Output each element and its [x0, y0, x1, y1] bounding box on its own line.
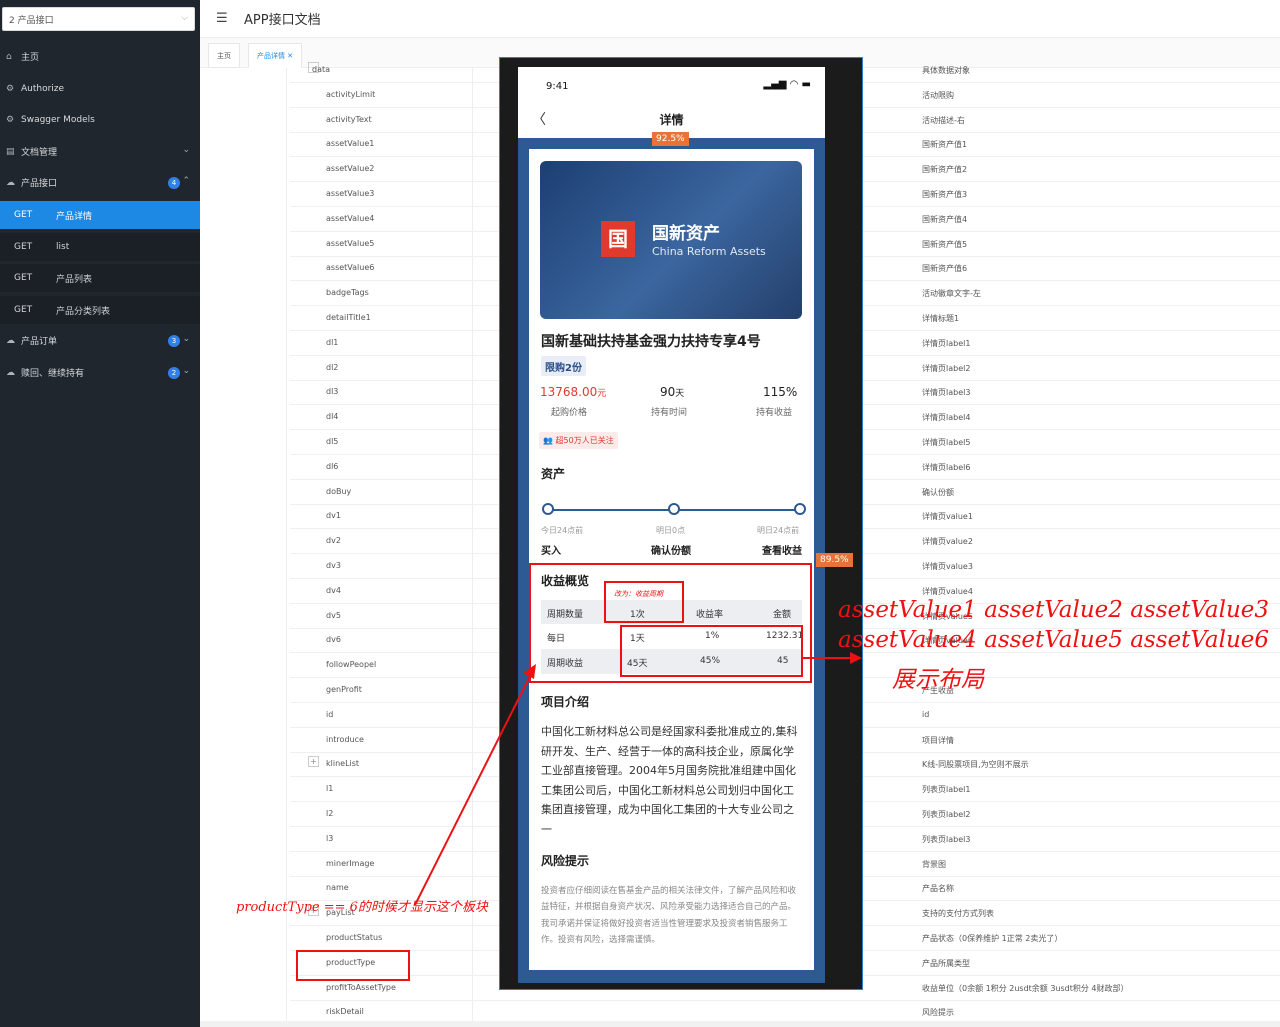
annotation-arrows — [414, 652, 862, 906]
annotation-assets-line2: assetValue4 assetValue5 assetValue6 — [838, 627, 1270, 653]
annotation-assets-line1: assetValue1 assetValue2 assetValue3 — [838, 597, 1270, 623]
annotation-layout-note: 展示布局 — [892, 667, 984, 693]
horizontal-scrollbar[interactable] — [200, 1021, 1280, 1027]
annotation-condition: productType == 6的时候才显示这个板块 — [236, 900, 488, 915]
